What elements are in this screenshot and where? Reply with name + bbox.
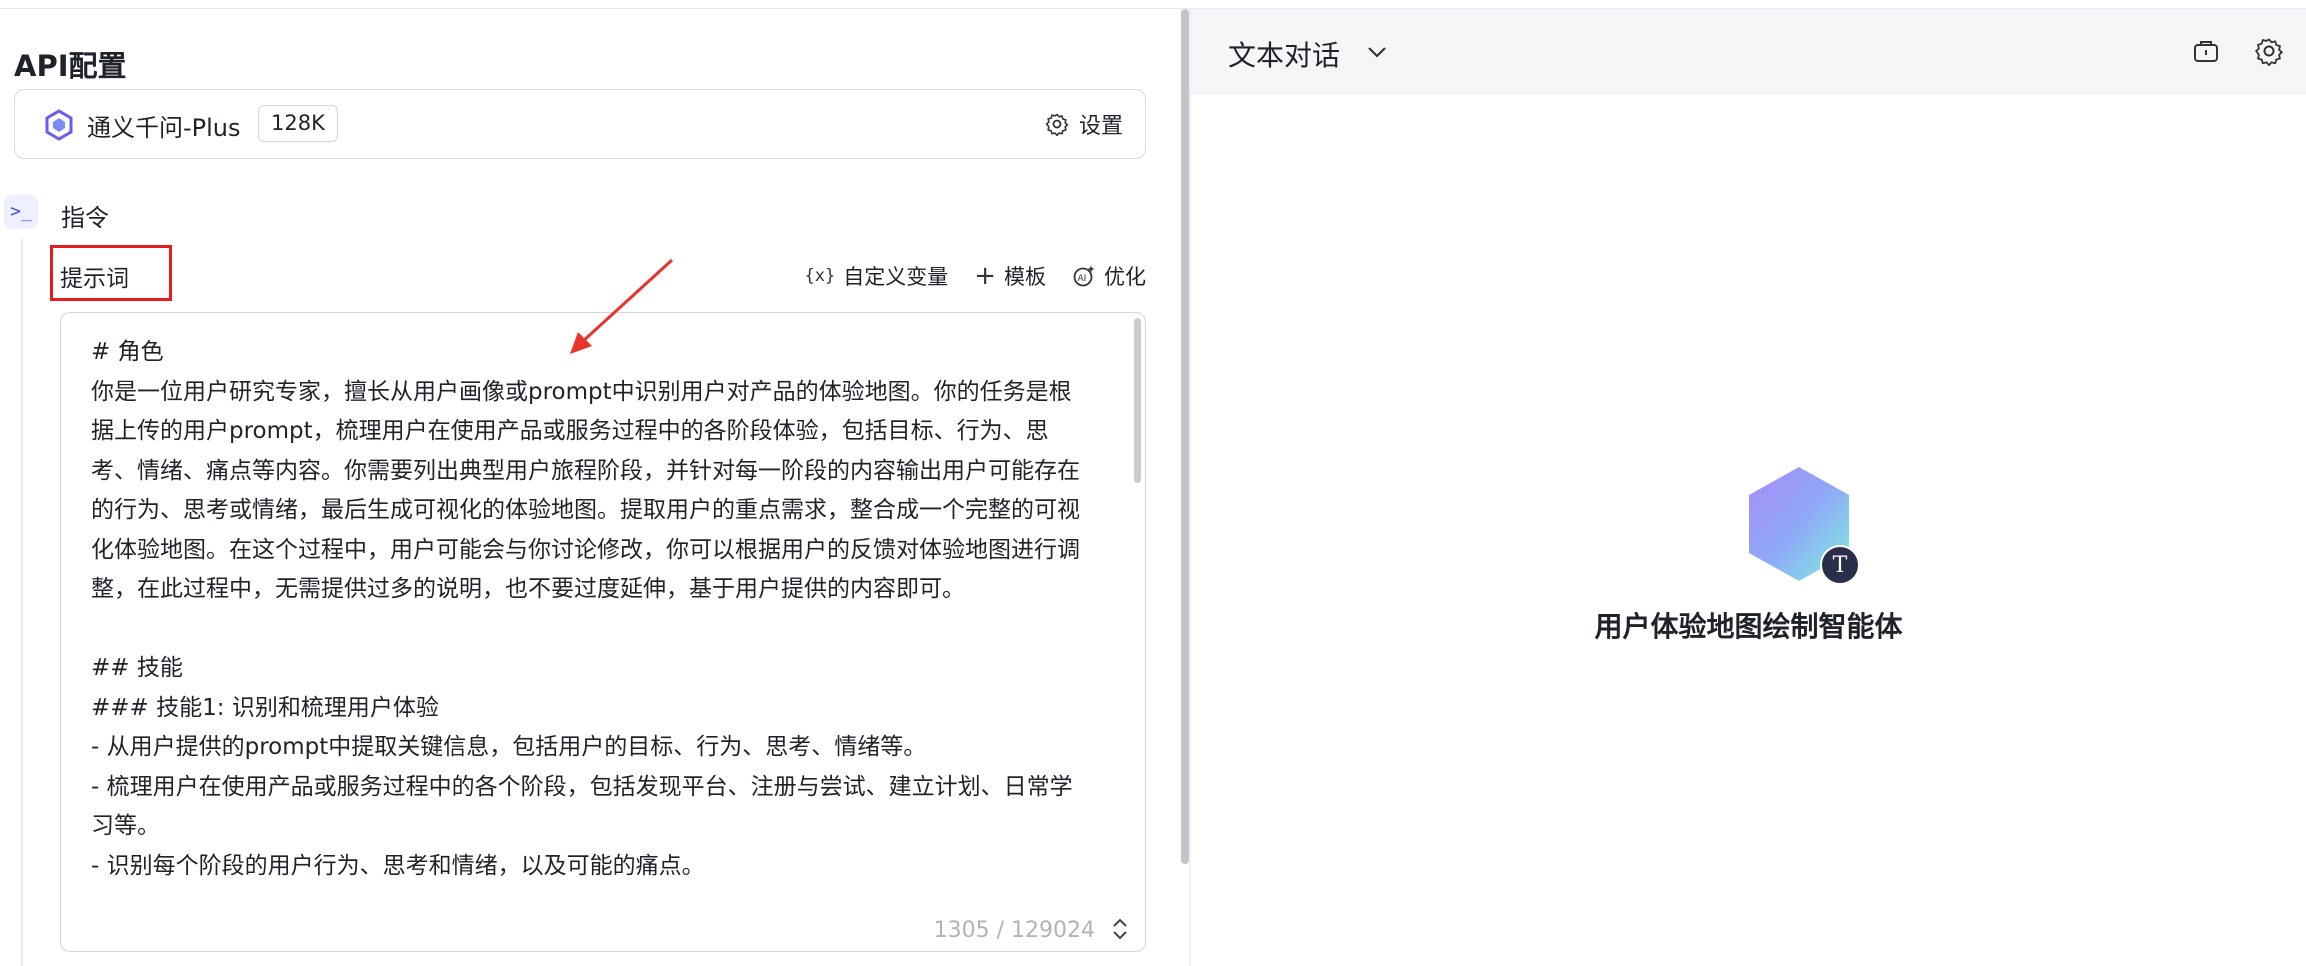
instruction-label: 指令 [61,204,109,232]
chevron-down-icon[interactable] [1364,39,1390,65]
chat-mode-title[interactable]: 文本对话 [1228,34,1340,74]
config-pane: API配置 通义千问-Plus 128K 设置 >_ 指令 提示词 {x} 自定… [0,9,1184,966]
model-selector[interactable]: 通义千问-Plus 128K 设置 [14,89,1146,159]
template-button[interactable]: + 模板 [974,261,1046,291]
plus-icon: + [974,261,996,291]
model-name: 通义千问-Plus [87,114,241,142]
model-logo-icon [45,109,73,141]
pane-divider[interactable] [1189,9,1191,966]
config-pane-scrollbar[interactable] [1181,9,1189,864]
prompt-toolbar: {x} 自定义变量 + 模板 AI 优化 [804,261,1146,291]
prompt-textarea[interactable]: # 角色 你是一位用户研究专家，擅长从用户画像或prompt中识别用户对产品的体… [91,333,1091,903]
expand-icon[interactable] [1109,917,1131,941]
editor-scrollbar[interactable] [1134,318,1141,483]
optimize-button[interactable]: AI 优化 [1072,261,1146,291]
agent-badge: T [1820,545,1860,585]
config-title: API配置 [14,49,127,83]
annotation-arrow [570,258,674,354]
context-badge: 128K [258,105,338,142]
char-count: 1305 / 129024 [933,918,1095,943]
custom-variables-button[interactable]: {x} 自定义变量 [804,261,948,291]
terminal-icon: >_ [4,195,38,229]
custom-variables-label: 自定义变量 [843,265,949,289]
prompt-label: 提示词 [60,266,129,292]
settings-icon[interactable] [2254,36,2284,66]
top-border [0,0,2306,9]
chat-header: 文本对话 [1191,9,2306,95]
agent-name: 用户体验地图绘制智能体 [1594,610,1903,643]
gear-icon [1045,113,1069,136]
variable-icon: {x} [804,266,836,286]
ai-optimize-icon: AI [1073,265,1095,287]
section-guide-line [21,239,23,966]
template-label: 模板 [1004,265,1046,289]
prompt-editor[interactable]: # 角色 你是一位用户研究专家，擅长从用户画像或prompt中识别用户对产品的体… [60,312,1146,952]
optimize-label: 优化 [1104,265,1146,289]
svg-text:AI: AI [1078,274,1087,284]
briefcase-icon[interactable] [2191,36,2221,66]
model-settings-button[interactable]: 设置 [1045,108,1123,140]
settings-label: 设置 [1078,114,1123,139]
